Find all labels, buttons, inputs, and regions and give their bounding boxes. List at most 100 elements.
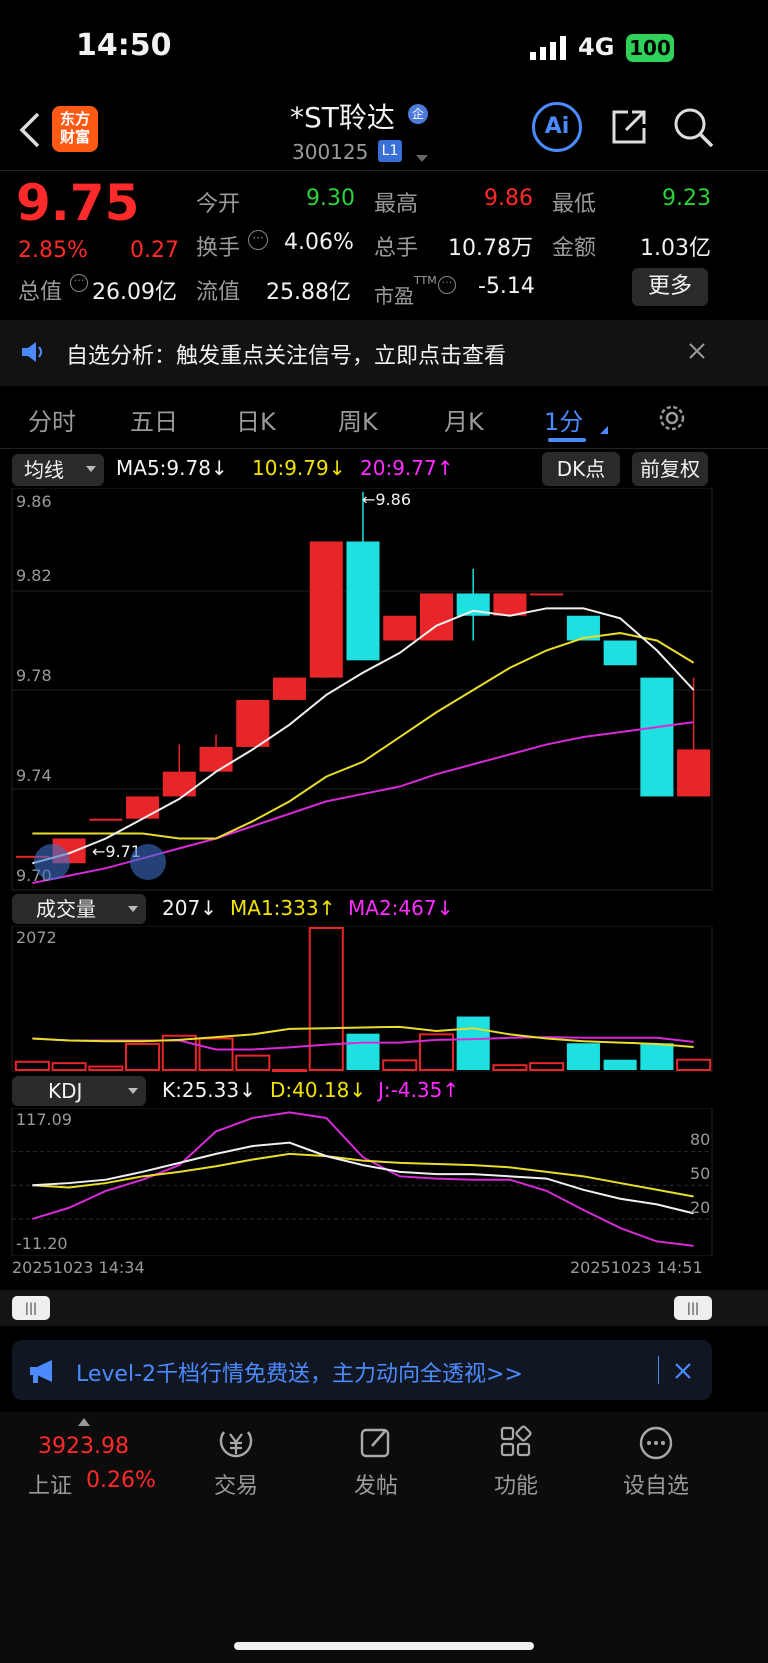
volume-max-label: 2072 [16, 928, 57, 947]
index-value[interactable]: 3923.98 [38, 1434, 129, 1459]
nav-watchlist-label: 设自选 [622, 1474, 689, 1499]
tab-wuri[interactable]: 五日 [130, 402, 178, 437]
tab-month-k[interactable]: 月K [444, 402, 484, 437]
tab-fenshi[interactable]: 分时 [28, 402, 76, 437]
amount-value: 1.03亿 [640, 236, 711, 261]
info-icon[interactable]: ··· [248, 230, 268, 250]
promo-divider [658, 1356, 659, 1384]
volume-bar [640, 1043, 674, 1070]
kdj-selector[interactable]: KDJ [12, 1076, 146, 1106]
more-icon [639, 1426, 673, 1460]
kdj-j: J:-4.35↑ [378, 1078, 460, 1102]
mktcap-value: 26.09亿 [92, 280, 177, 305]
speaker-icon [20, 340, 46, 368]
back-icon[interactable] [16, 110, 44, 154]
stock-title: *ST聆达 [290, 101, 395, 134]
pe-label: 市盈 [374, 284, 414, 308]
fq-button[interactable]: 前复权 [632, 452, 708, 486]
volume-bar [346, 1033, 380, 1070]
open-value: 9.30 [306, 186, 355, 211]
info-icon[interactable]: ··· [438, 276, 456, 294]
nav-post-label: 发帖 [353, 1474, 398, 1499]
volume-chart[interactable] [0, 926, 768, 1072]
price-chart[interactable] [0, 488, 768, 892]
gear-icon[interactable] [656, 402, 688, 438]
share-icon[interactable] [608, 106, 650, 152]
nav-functions[interactable]: 功能 [476, 1424, 556, 1500]
price-axis-label: 9.82 [16, 566, 52, 585]
close-icon[interactable] [674, 1362, 692, 1384]
expand-icon[interactable] [130, 844, 166, 880]
index-pct[interactable]: 0.26% [86, 1468, 156, 1493]
home-indicator [234, 1642, 534, 1650]
volume-bar [51, 1062, 87, 1071]
price-change: 0.27 [130, 238, 179, 263]
volume-ma2: MA2:467↓ [348, 896, 454, 920]
candle-body [89, 818, 123, 821]
time-start: 20251023 14:34 [12, 1258, 145, 1277]
ma-selector[interactable]: 均线 [12, 454, 104, 486]
ai-button[interactable]: Ai [532, 102, 582, 152]
price-pct: 2.85% [18, 238, 88, 263]
enterprise-badge: 企 [408, 104, 428, 124]
range-handle-right[interactable]: ||| [674, 1296, 712, 1320]
search-icon[interactable] [672, 106, 716, 154]
chevron-down-icon [86, 466, 96, 472]
info-icon[interactable]: ··· [70, 274, 88, 292]
volume-bar [529, 1062, 565, 1071]
nav-watchlist[interactable]: 设自选 [616, 1424, 696, 1500]
battery-icon: 100 [626, 34, 674, 62]
candle-body [272, 677, 307, 700]
kdj-chart[interactable] [0, 1108, 768, 1256]
mktcap-label: 总值 [18, 280, 63, 305]
high-label: 最高 [374, 192, 419, 217]
chevron-down-icon [128, 906, 138, 912]
ma5-value: MA5:9.78↓ [116, 456, 228, 480]
level-dropdown-icon[interactable] [416, 148, 428, 167]
volume-bar [492, 1064, 528, 1071]
chevron-down-icon [128, 1088, 138, 1094]
network-label: 4G [578, 33, 615, 61]
edit-icon [360, 1428, 390, 1458]
header-divider [0, 170, 768, 171]
amount-label: 金额 [552, 236, 597, 261]
kdj-k: K:25.33↓ [162, 1078, 256, 1102]
price-axis-label: 9.78 [16, 666, 52, 685]
megaphone-icon [28, 1358, 60, 1388]
range-handle-left[interactable]: ||| [12, 1296, 50, 1320]
nav-post[interactable]: 发帖 [336, 1424, 416, 1500]
more-button[interactable]: 更多 [632, 268, 708, 306]
turnover-value: 4.06% [284, 230, 354, 255]
ma20-value: 20:9.77↑ [360, 456, 454, 480]
range-slider[interactable] [0, 1290, 768, 1326]
volume-selector[interactable]: 成交量 [12, 894, 146, 924]
close-icon[interactable] [688, 342, 706, 364]
ai-label: Ai [544, 114, 570, 139]
nav-functions-label: 功能 [493, 1474, 538, 1499]
low-value: 9.23 [662, 186, 711, 211]
notice-text: 自选分析：触发重点关注信号，立即点击查看 [66, 344, 507, 369]
candle-body [677, 749, 711, 797]
candle-body [236, 699, 270, 747]
time-end: 20251023 14:51 [570, 1258, 703, 1277]
index-name[interactable]: 上证 [28, 1468, 72, 1500]
tab-day-k[interactable]: 日K [236, 402, 276, 437]
tabs-divider [0, 448, 768, 449]
tab-1min[interactable]: 1分 [544, 402, 583, 437]
volume-ma1: MA1:333↑ [230, 896, 336, 920]
candle-body [162, 771, 196, 797]
tab-week-k[interactable]: 周K [338, 402, 378, 437]
tab-dropdown-icon[interactable] [600, 426, 608, 434]
volume-current: 207↓ [162, 896, 217, 920]
level-badge[interactable]: L1 [378, 140, 402, 162]
nav-trade[interactable]: 交易 [196, 1424, 276, 1500]
scroll-left-icon[interactable] [34, 844, 70, 880]
candle-body [309, 541, 343, 678]
yen-icon [219, 1431, 253, 1458]
dk-button[interactable]: DK点 [542, 452, 620, 486]
volume-bar [198, 1037, 234, 1072]
candle-body [126, 796, 160, 819]
candle-body [530, 593, 564, 596]
kdj-level-20: 20 [690, 1198, 711, 1217]
signal-icon [530, 36, 570, 64]
